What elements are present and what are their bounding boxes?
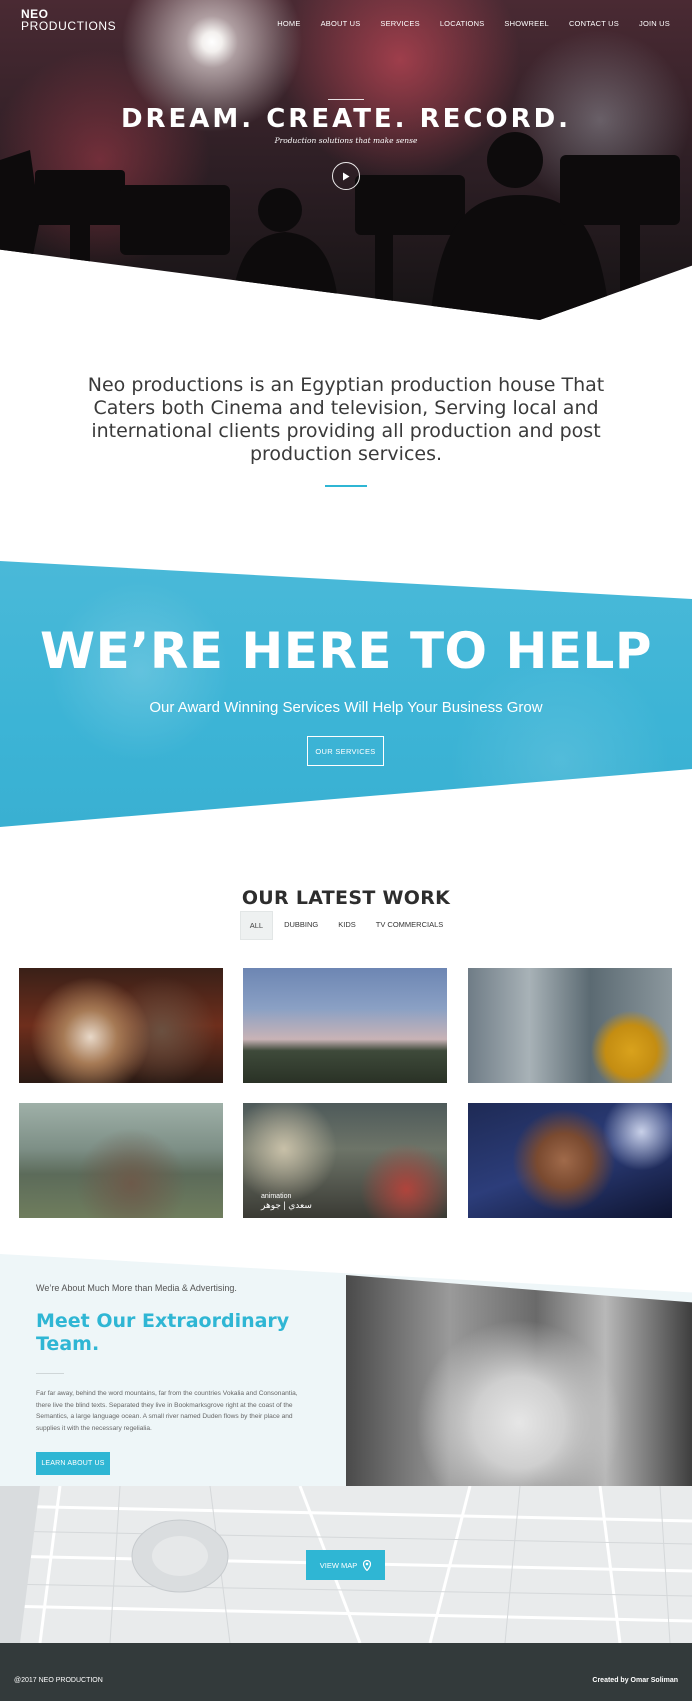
filter-kids[interactable]: KIDS: [329, 911, 365, 940]
work-item-4[interactable]: [19, 1103, 223, 1218]
nav-about-us[interactable]: ABOUT US: [321, 19, 361, 28]
nav-locations[interactable]: LOCATIONS: [440, 19, 485, 28]
about-eyebrow: We’re About Much More than Media & Adver…: [36, 1283, 237, 1293]
work-item-3[interactable]: [468, 968, 672, 1083]
learn-about-us-button[interactable]: LEARN ABOUT US: [36, 1452, 110, 1475]
intro-divider: [325, 485, 367, 487]
view-map-button[interactable]: VIEW MAP: [306, 1550, 385, 1580]
intro-statement: Neo productions is an Egyptian productio…: [87, 374, 605, 465]
hero-subtitle: Production solutions that make sense: [274, 136, 418, 145]
play-icon: [343, 172, 350, 180]
work-item-2[interactable]: [243, 968, 447, 1083]
work-item-5[interactable]: animation سعدي | جوهر: [243, 1103, 447, 1218]
work-item-1[interactable]: [19, 968, 223, 1083]
help-title: WE’RE HERE TO HELP: [40, 622, 652, 680]
hero-title: DREAM. CREATE. RECORD.: [120, 104, 572, 134]
main-navigation: HOME ABOUT US SERVICES LOCATIONS SHOWREE…: [257, 19, 670, 28]
view-map-label: VIEW MAP: [319, 1560, 358, 1570]
footer: [0, 1643, 692, 1701]
nav-services[interactable]: SERVICES: [380, 19, 419, 28]
map-pin-icon: [363, 1559, 372, 1571]
latest-work-title: OUR LATEST WORK: [241, 887, 451, 909]
help-banner: [0, 561, 692, 827]
filter-all[interactable]: ALL: [239, 911, 274, 940]
work-item-5-caption: animation سعدي | جوهر: [261, 1192, 312, 1210]
brand-logo-line2: PRODUCTIONS: [21, 19, 117, 33]
team-photo: [346, 1275, 692, 1486]
brand-logo[interactable]: NEO PRODUCTIONS: [21, 8, 116, 32]
nav-contact-us[interactable]: CONTACT US: [569, 19, 619, 28]
filter-dubbing[interactable]: DUBBING: [275, 911, 327, 940]
work-item-6[interactable]: [468, 1103, 672, 1218]
footer-copyright: @2017 NEO PRODUCTION: [14, 1677, 103, 1684]
filter-tv-commercials[interactable]: TV COMMERCIALS: [367, 911, 453, 940]
work-filter-bar: ALL DUBBING KIDS TV COMMERCIALS: [0, 911, 692, 940]
our-services-button[interactable]: OUR SERVICES: [307, 736, 384, 766]
work-item-5-caption-line2: سعدي | جوهر: [261, 1200, 312, 1210]
hero-section: NEO PRODUCTIONS HOME ABOUT US SERVICES L…: [0, 0, 692, 320]
nav-join-us[interactable]: JOIN US: [639, 19, 670, 28]
about-title: Meet Our Extraordinary Team.: [36, 1310, 290, 1355]
hero-divider: [328, 99, 364, 100]
about-body: Far far away, behind the word mountains,…: [36, 1390, 298, 1432]
nav-home[interactable]: HOME: [277, 19, 300, 28]
about-divider: [36, 1373, 64, 1374]
footer-credit: Created by Omar Soliman: [592, 1677, 678, 1684]
nav-showreel[interactable]: SHOWREEL: [504, 19, 549, 28]
help-subtitle: Our Award Winning Services Will Help You…: [149, 699, 543, 716]
play-video-button[interactable]: [332, 162, 360, 190]
